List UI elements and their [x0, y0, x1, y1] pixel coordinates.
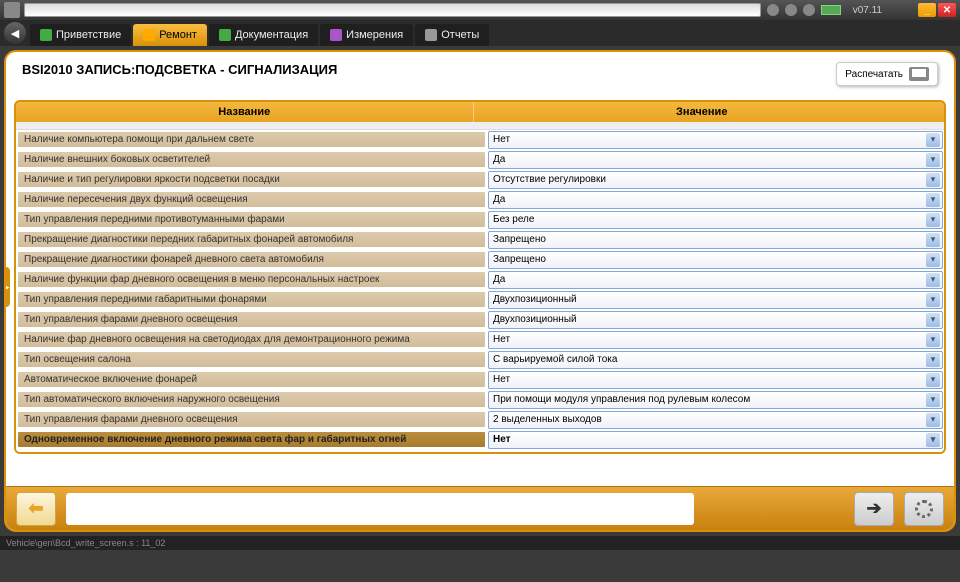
row-name: Тип управления фарами дневного освещения — [17, 311, 486, 328]
value-select[interactable]: Без реле — [488, 211, 943, 229]
row-name: Наличие внешних боковых осветителей — [17, 151, 486, 168]
table-row: Прекращение диагностики фонарей дневного… — [16, 250, 944, 270]
tab-label: Приветствие — [56, 29, 121, 41]
table-row: Наличие пересечения двух функций освещен… — [16, 190, 944, 210]
grid-body[interactable]: Наличие компьютера помощи при дальнем св… — [16, 122, 944, 452]
tab-icon — [425, 29, 437, 41]
main-panel: ▶ BSI2010 ЗАПИСЬ:ПОДСВЕТКА - СИГНАЛИЗАЦИ… — [4, 50, 956, 532]
tab-icon — [219, 29, 231, 41]
battery-icon — [821, 5, 841, 15]
value-select[interactable]: Нет — [488, 371, 943, 389]
value-select[interactable]: С варьируемой силой тока — [488, 351, 943, 369]
row-name: Прекращение диагностики фонарей дневного… — [17, 251, 486, 268]
row-name: Наличие пересечения двух функций освещен… — [17, 191, 486, 208]
minimize-button[interactable]: _ — [918, 3, 936, 17]
value-select[interactable]: Отсутствие регулировки — [488, 171, 943, 189]
print-button[interactable]: Распечатать — [836, 62, 938, 86]
value-select[interactable]: Да — [488, 271, 943, 289]
app-logo — [4, 2, 20, 18]
value-select[interactable]: Да — [488, 191, 943, 209]
table-row: Тип управления фарами дневного освещения… — [16, 310, 944, 330]
tab-icon — [330, 29, 342, 41]
value-select[interactable]: При помощи модуля управления под рулевым… — [488, 391, 943, 409]
row-name: Тип освещения салона — [17, 351, 486, 368]
tab-measure[interactable]: Измерения — [320, 24, 413, 46]
row-name: Тип автоматического включения наружного … — [17, 391, 486, 408]
value-select[interactable]: 2 выделенных выходов — [488, 411, 943, 429]
value-select[interactable]: Нет — [488, 431, 943, 449]
tab-welcome[interactable]: Приветствие — [30, 24, 131, 46]
table-row: Наличие компьютера помощи при дальнем св… — [16, 130, 944, 150]
value-select[interactable]: Нет — [488, 331, 943, 349]
tab-icon — [40, 29, 52, 41]
table-row: Одновременное включение дневного режима … — [16, 430, 944, 450]
footer-settings-button[interactable] — [904, 492, 944, 526]
tray-icon[interactable] — [767, 4, 779, 16]
footer-bar: ⬅ ➔ — [6, 486, 954, 530]
footer-input[interactable] — [66, 493, 694, 525]
close-button[interactable]: ✕ — [938, 3, 956, 17]
version-label: v07.11 — [847, 5, 888, 16]
row-name: Наличие и тип регулировки яркости подсве… — [17, 171, 486, 188]
table-row: Прекращение диагностики передних габарит… — [16, 230, 944, 250]
row-name: Наличие компьютера помощи при дальнем св… — [17, 131, 486, 148]
tab-label: Отчеты — [441, 29, 479, 41]
address-bar[interactable] — [24, 3, 761, 17]
row-name: Тип управления фарами дневного освещения — [17, 411, 486, 428]
table-row: Наличие и тип регулировки яркости подсве… — [16, 170, 944, 190]
row-name: Автоматическое включение фонарей — [17, 371, 486, 388]
arrow-left-icon: ⬅ — [28, 498, 43, 519]
side-expand-handle[interactable]: ▶ — [4, 267, 10, 307]
tab-icon — [143, 29, 155, 41]
row-name: Прекращение диагностики передних габарит… — [17, 231, 486, 248]
footer-back-button[interactable]: ⬅ — [16, 492, 56, 526]
row-name: Одновременное включение дневного режима … — [17, 431, 486, 448]
tray-icon[interactable] — [803, 4, 815, 16]
table-row: Тип освещения салонаС варьируемой силой … — [16, 350, 944, 370]
system-tray: v07.11 — [767, 4, 888, 16]
tab-bar: ◀ Приветствие Ремонт Документация Измере… — [0, 20, 960, 46]
table-row: Наличие внешних боковых осветителейДа — [16, 150, 944, 170]
table-row: Тип автоматического включения наружного … — [16, 390, 944, 410]
table-row: Наличие фар дневного освещения на светод… — [16, 330, 944, 350]
value-select[interactable]: Да — [488, 151, 943, 169]
row-name: Наличие функции фар дневного освещения в… — [17, 271, 486, 288]
table-row: Тип управления фарами дневного освещения… — [16, 410, 944, 430]
tab-label: Измерения — [346, 29, 403, 41]
value-select[interactable]: Двухпозиционный — [488, 291, 943, 309]
table-row: Автоматическое включение фонарейНет — [16, 370, 944, 390]
table-row: Тип управления передними противотуманным… — [16, 210, 944, 230]
row-name: Наличие фар дневного освещения на светод… — [17, 331, 486, 348]
value-select[interactable]: Запрещено — [488, 251, 943, 269]
arrow-right-icon: ➔ — [866, 498, 881, 519]
value-select[interactable]: Двухпозиционный — [488, 311, 943, 329]
tab-docs[interactable]: Документация — [209, 24, 318, 46]
back-button[interactable]: ◀ — [4, 22, 26, 44]
print-label: Распечатать — [845, 69, 903, 80]
col-header-name: Название — [16, 102, 474, 122]
data-grid: Название Значение Наличие компьютера пом… — [14, 100, 946, 454]
col-header-value: Значение — [474, 102, 931, 122]
printer-icon — [909, 67, 929, 81]
row-name: Тип управления передними противотуманным… — [17, 211, 486, 228]
grid-header: Название Значение — [16, 102, 944, 122]
status-text: Vehicle\gen\Bcd_write_screen.s : 11_02 — [6, 538, 165, 548]
tab-label: Ремонт — [159, 29, 197, 41]
tab-label: Документация — [235, 29, 308, 41]
footer-forward-button[interactable]: ➔ — [854, 492, 894, 526]
tray-icon[interactable] — [785, 4, 797, 16]
value-select[interactable]: Запрещено — [488, 231, 943, 249]
page-title: BSI2010 ЗАПИСЬ:ПОДСВЕТКА - СИГНАЛИЗАЦИЯ — [22, 62, 337, 86]
value-select[interactable]: Нет — [488, 131, 943, 149]
tab-repair[interactable]: Ремонт — [133, 24, 207, 46]
status-bar: Vehicle\gen\Bcd_write_screen.s : 11_02 — [0, 536, 960, 550]
table-row: Тип управления передними габаритными фон… — [16, 290, 944, 310]
tab-reports[interactable]: Отчеты — [415, 24, 489, 46]
gear-icon — [915, 500, 933, 518]
table-row: Наличие функции фар дневного освещения в… — [16, 270, 944, 290]
window-titlebar: v07.11 _ ✕ — [0, 0, 960, 20]
row-name: Тип управления передними габаритными фон… — [17, 291, 486, 308]
